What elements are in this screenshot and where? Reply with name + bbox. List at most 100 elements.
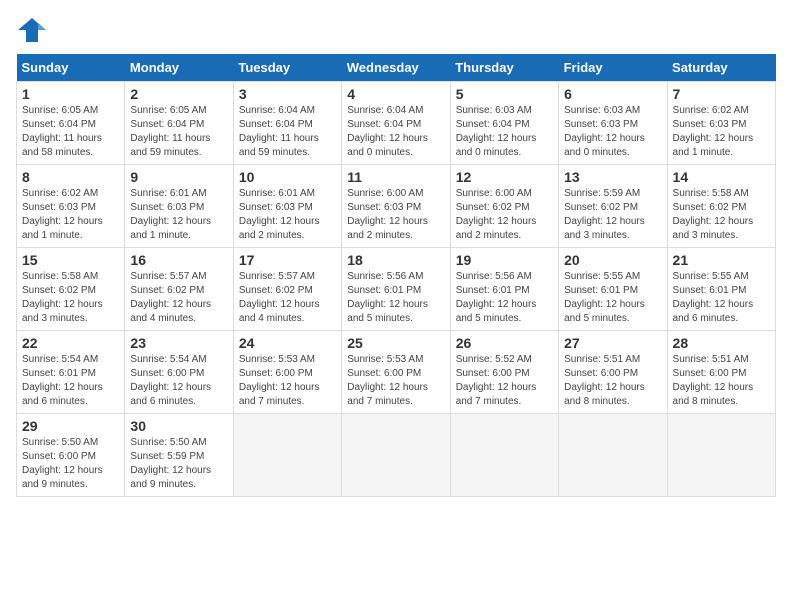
calendar-day-cell: 23Sunrise: 5:54 AM Sunset: 6:00 PM Dayli… (125, 331, 233, 414)
day-info: Sunrise: 5:51 AM Sunset: 6:00 PM Dayligh… (673, 353, 770, 409)
day-info: Sunrise: 5:50 AM Sunset: 6:00 PM Dayligh… (22, 436, 119, 492)
calendar-day-cell: 27 Sunrise: 5:51 AM Sunset: 6:00 PM Dayli… (559, 331, 667, 414)
day-info: Sunrise: 6:04 AM Sunset: 6:04 PM Dayligh… (347, 104, 444, 160)
day-info: Sunrise: 5:52 AM Sunset: 6:00 PM Dayligh… (456, 353, 553, 409)
day-info: Sunrise: 5:56 AM Sunset: 6:01 PM Dayligh… (456, 270, 553, 326)
day-number: 23 (130, 335, 227, 351)
calendar-day-cell (559, 414, 667, 497)
header-thursday: Thursday (450, 54, 558, 82)
calendar-week-row: 15Sunrise: 5:58 AM Sunset: 6:02 PM Dayli… (17, 248, 776, 331)
day-number: 3 (239, 86, 336, 102)
day-info: Sunrise: 5:50 AM Sunset: 5:59 PM Dayligh… (130, 436, 227, 492)
day-number: 19 (456, 252, 553, 268)
day-info: Sunrise: 5:55 AM Sunset: 6:01 PM Dayligh… (564, 270, 661, 326)
day-number: 26 (456, 335, 553, 351)
header-saturday: Saturday (667, 54, 775, 82)
day-info: Sunrise: 5:51 AM Sunset: 6:00 PM Dayligh… (564, 353, 661, 409)
day-number: 9 (130, 169, 227, 185)
day-number: 5 (456, 86, 553, 102)
day-number: 8 (22, 169, 119, 185)
day-info: Sunrise: 5:54 AM Sunset: 6:01 PM Dayligh… (22, 353, 119, 409)
day-number: 28 (673, 335, 770, 351)
header-friday: Friday (559, 54, 667, 82)
calendar-day-cell: 10Sunrise: 6:01 AM Sunset: 6:03 PM Dayli… (233, 165, 341, 248)
day-info: Sunrise: 6:03 AM Sunset: 6:03 PM Dayligh… (564, 104, 661, 160)
day-info: Sunrise: 5:56 AM Sunset: 6:01 PM Dayligh… (347, 270, 444, 326)
calendar-day-cell: 20 Sunrise: 5:55 AM Sunset: 6:01 PM Dayli… (559, 248, 667, 331)
calendar-day-cell: 4 Sunrise: 6:04 AM Sunset: 6:04 PM Daylig… (342, 82, 450, 165)
calendar-day-cell: 2 Sunrise: 6:05 AM Sunset: 6:04 PM Daylig… (125, 82, 233, 165)
day-number: 14 (673, 169, 770, 185)
calendar-day-cell: 29 Sunrise: 5:50 AM Sunset: 6:00 PM Dayli… (17, 414, 125, 497)
calendar-day-cell: 18 Sunrise: 5:56 AM Sunset: 6:01 PM Dayli… (342, 248, 450, 331)
day-info: Sunrise: 6:04 AM Sunset: 6:04 PM Dayligh… (239, 104, 336, 160)
day-number: 21 (673, 252, 770, 268)
header-monday: Monday (125, 54, 233, 82)
header-sunday: Sunday (17, 54, 125, 82)
calendar-day-cell: 24 Sunrise: 5:53 AM Sunset: 6:00 PM Dayli… (233, 331, 341, 414)
calendar-day-cell (667, 414, 775, 497)
day-info: Sunrise: 6:05 AM Sunset: 6:04 PM Dayligh… (130, 104, 227, 160)
calendar-day-cell: 17 Sunrise: 5:57 AM Sunset: 6:02 PM Dayli… (233, 248, 341, 331)
calendar-day-cell: 22 Sunrise: 5:54 AM Sunset: 6:01 PM Dayli… (17, 331, 125, 414)
calendar-day-cell: 19 Sunrise: 5:56 AM Sunset: 6:01 PM Dayli… (450, 248, 558, 331)
calendar-day-cell: 21Sunrise: 5:55 AM Sunset: 6:01 PM Dayli… (667, 248, 775, 331)
day-number: 30 (130, 418, 227, 434)
calendar-week-row: 1 Sunrise: 6:05 AM Sunset: 6:04 PM Daylig… (17, 82, 776, 165)
calendar-header-row: Sunday Monday Tuesday Wednesday Thursday… (17, 54, 776, 82)
header-tuesday: Tuesday (233, 54, 341, 82)
day-info: Sunrise: 5:53 AM Sunset: 6:00 PM Dayligh… (239, 353, 336, 409)
day-number: 17 (239, 252, 336, 268)
day-number: 12 (456, 169, 553, 185)
day-number: 6 (564, 86, 661, 102)
calendar-day-cell: 6 Sunrise: 6:03 AM Sunset: 6:03 PM Daylig… (559, 82, 667, 165)
day-number: 10 (239, 169, 336, 185)
day-number: 4 (347, 86, 444, 102)
day-number: 22 (22, 335, 119, 351)
day-info: Sunrise: 6:00 AM Sunset: 6:03 PM Dayligh… (347, 187, 444, 243)
day-number: 25 (347, 335, 444, 351)
logo-icon (16, 16, 48, 44)
calendar-day-cell (450, 414, 558, 497)
calendar-table: Sunday Monday Tuesday Wednesday Thursday… (16, 54, 776, 497)
day-number: 2 (130, 86, 227, 102)
day-number: 7 (673, 86, 770, 102)
day-number: 1 (22, 86, 119, 102)
day-number: 16 (130, 252, 227, 268)
day-number: 29 (22, 418, 119, 434)
day-info: Sunrise: 6:03 AM Sunset: 6:04 PM Dayligh… (456, 104, 553, 160)
day-number: 13 (564, 169, 661, 185)
calendar-body: 1 Sunrise: 6:05 AM Sunset: 6:04 PM Daylig… (17, 82, 776, 497)
day-number: 20 (564, 252, 661, 268)
calendar-day-cell: 14 Sunrise: 5:58 AM Sunset: 6:02 PM Dayli… (667, 165, 775, 248)
calendar-day-cell: 7 Sunrise: 6:02 AM Sunset: 6:03 PM Daylig… (667, 82, 775, 165)
calendar-day-cell: 15Sunrise: 5:58 AM Sunset: 6:02 PM Dayli… (17, 248, 125, 331)
calendar-day-cell: 11 Sunrise: 6:00 AM Sunset: 6:03 PM Dayli… (342, 165, 450, 248)
day-info: Sunrise: 6:00 AM Sunset: 6:02 PM Dayligh… (456, 187, 553, 243)
day-info: Sunrise: 5:57 AM Sunset: 6:02 PM Dayligh… (130, 270, 227, 326)
day-info: Sunrise: 5:53 AM Sunset: 6:00 PM Dayligh… (347, 353, 444, 409)
calendar-day-cell: 5 Sunrise: 6:03 AM Sunset: 6:04 PM Daylig… (450, 82, 558, 165)
day-info: Sunrise: 5:58 AM Sunset: 6:02 PM Dayligh… (673, 187, 770, 243)
calendar-day-cell: 12 Sunrise: 6:00 AM Sunset: 6:02 PM Dayli… (450, 165, 558, 248)
day-info: Sunrise: 6:02 AM Sunset: 6:03 PM Dayligh… (673, 104, 770, 160)
day-number: 15 (22, 252, 119, 268)
calendar-day-cell: 8 Sunrise: 6:02 AM Sunset: 6:03 PM Daylig… (17, 165, 125, 248)
day-info: Sunrise: 5:57 AM Sunset: 6:02 PM Dayligh… (239, 270, 336, 326)
calendar-day-cell: 16 Sunrise: 5:57 AM Sunset: 6:02 PM Dayli… (125, 248, 233, 331)
calendar-day-cell: 28 Sunrise: 5:51 AM Sunset: 6:00 PM Dayli… (667, 331, 775, 414)
day-info: Sunrise: 6:02 AM Sunset: 6:03 PM Dayligh… (22, 187, 119, 243)
calendar-day-cell (342, 414, 450, 497)
calendar-day-cell: 13Sunrise: 5:59 AM Sunset: 6:02 PM Dayli… (559, 165, 667, 248)
page-header (16, 16, 776, 44)
day-number: 24 (239, 335, 336, 351)
day-number: 27 (564, 335, 661, 351)
day-number: 18 (347, 252, 444, 268)
calendar-week-row: 22 Sunrise: 5:54 AM Sunset: 6:01 PM Dayli… (17, 331, 776, 414)
calendar-day-cell: 1Sunrise: 6:05 AM Sunset: 6:04 PM Daylig… (17, 82, 125, 165)
calendar-day-cell: 25 Sunrise: 5:53 AM Sunset: 6:00 PM Dayli… (342, 331, 450, 414)
calendar-day-cell: 9 Sunrise: 6:01 AM Sunset: 6:03 PM Daylig… (125, 165, 233, 248)
day-info: Sunrise: 6:01 AM Sunset: 6:03 PM Dayligh… (130, 187, 227, 243)
day-number: 11 (347, 169, 444, 185)
header-wednesday: Wednesday (342, 54, 450, 82)
